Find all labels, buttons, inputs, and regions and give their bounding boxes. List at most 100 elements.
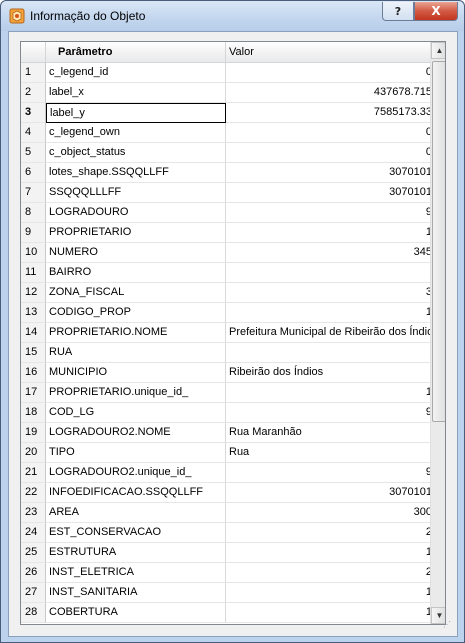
table-row[interactable]: 26INST_ELETRICA2 [21,563,430,583]
parameter-cell[interactable]: ZONA_FISCAL [46,283,226,303]
value-cell[interactable] [226,343,430,363]
parameter-cell[interactable]: LOGRADOURO2.unique_id_ [46,463,226,483]
parameter-cell[interactable]: c_object_status [46,143,226,163]
value-cell[interactable]: 7585173.33 [226,103,430,123]
value-cell[interactable]: 1 [226,383,430,403]
row-number[interactable]: 18 [21,403,46,423]
row-number[interactable]: 22 [21,483,46,503]
value-cell[interactable]: 0 [226,143,430,163]
row-number[interactable]: 20 [21,443,46,463]
value-cell[interactable]: 0 [226,123,430,143]
parameter-cell[interactable]: c_legend_own [46,123,226,143]
table-row[interactable]: 27INST_SANITARIA1 [21,583,430,603]
value-cell[interactable]: 2 [226,563,430,583]
table-row[interactable]: 12ZONA_FISCAL3 [21,283,430,303]
parameter-cell[interactable]: LOGRADOURO2.NOME [46,423,226,443]
table-row[interactable]: 9PROPRIETARIO1 [21,223,430,243]
table-row[interactable]: 18COD_LG9 [21,403,430,423]
table-row[interactable]: 23AREA300 [21,503,430,523]
value-cell[interactable]: 437678.715 [226,83,430,103]
parameter-cell[interactable]: label_y [46,103,226,123]
parameter-cell[interactable]: LOGRADOURO [46,203,226,223]
table-row[interactable]: 21LOGRADOURO2.unique_id_9 [21,463,430,483]
value-cell[interactable]: 9 [226,463,430,483]
parameter-cell[interactable]: ESTRUTURA [46,543,226,563]
value-cell[interactable]: Prefeitura Municipal de Ribeirão dos Índ… [226,323,430,343]
vertical-scrollbar[interactable]: ▲ ▼ [430,42,445,624]
row-number[interactable]: 6 [21,163,46,183]
table-row[interactable]: 2 label_x 437678.715 [21,83,430,103]
table-row[interactable]: 28COBERTURA1 [21,603,430,623]
table-row[interactable]: 3 label_y 7585173.33 [21,103,430,123]
parameter-cell[interactable]: MUNICIPIO [46,363,226,383]
value-cell[interactable]: Ribeirão dos Índios [226,363,430,383]
parameter-cell[interactable]: PROPRIETARIO [46,223,226,243]
row-number[interactable]: 25 [21,543,46,563]
row-number[interactable]: 21 [21,463,46,483]
table-row[interactable]: 10NUMERO345 [21,243,430,263]
row-number[interactable]: 27 [21,583,46,603]
close-button[interactable]: X [414,2,458,21]
row-number[interactable]: 24 [21,523,46,543]
row-number[interactable]: 1 [21,63,46,83]
table-row[interactable]: 19 LOGRADOURO2.NOME Rua Maranhão [21,423,430,443]
parameter-cell[interactable]: TIPO [46,443,226,463]
parameter-cell[interactable]: label_x [46,83,226,103]
resize-grip-icon[interactable]: ⋰ [443,621,455,634]
row-number[interactable]: 9 [21,223,46,243]
scrollbar-thumb[interactable] [432,61,445,422]
table-row[interactable]: 20 TIPO Rua [21,443,430,463]
row-number[interactable]: 3 [21,103,46,123]
table-row[interactable]: 25ESTRUTURA1 [21,543,430,563]
row-number[interactable]: 5 [21,143,46,163]
parameter-cell[interactable]: COD_LG [46,403,226,423]
row-number[interactable]: 19 [21,423,46,443]
table-row[interactable]: 11 BAIRRO [21,263,430,283]
column-header-value[interactable]: Valor [226,42,430,62]
table-row[interactable]: 13CODIGO_PROP1 [21,303,430,323]
parameter-cell[interactable]: PROPRIETARIO.NOME [46,323,226,343]
parameter-cell[interactable]: INST_ELETRICA [46,563,226,583]
parameter-cell[interactable]: NUMERO [46,243,226,263]
parameter-cell[interactable]: AREA [46,503,226,523]
table-row[interactable]: 15 RUA [21,343,430,363]
parameter-cell[interactable]: BAIRRO [46,263,226,283]
row-number[interactable]: 28 [21,603,46,623]
row-number[interactable]: 4 [21,123,46,143]
parameter-cell[interactable]: SSQQQLLLFF [46,183,226,203]
parameter-cell[interactable]: lotes_shape.SSQQLLFF [46,163,226,183]
table-row[interactable]: 22 INFOEDIFICACAO.SSQQLLFF 3070101 [21,483,430,503]
table-row[interactable]: 7 SSQQQLLLFF 3070101 [21,183,430,203]
table-row[interactable]: 16 MUNICIPIO Ribeirão dos Índios [21,363,430,383]
row-number[interactable]: 12 [21,283,46,303]
value-cell[interactable]: 1 [226,223,430,243]
value-cell[interactable]: Rua [226,443,430,463]
value-cell[interactable]: 300 [226,503,430,523]
row-number[interactable]: 13 [21,303,46,323]
value-cell[interactable]: Rua Maranhão [226,423,430,443]
row-number[interactable]: 10 [21,243,46,263]
row-number[interactable]: 17 [21,383,46,403]
row-number[interactable]: 7 [21,183,46,203]
table-row[interactable]: 14 PROPRIETARIO.NOME Prefeitura Municipal … [21,323,430,343]
value-cell[interactable]: 1 [226,543,430,563]
value-cell[interactable]: 1 [226,583,430,603]
parameter-cell[interactable]: COBERTURA [46,603,226,623]
scroll-up-arrow-icon[interactable]: ▲ [431,42,445,59]
value-cell[interactable]: 3070101 [226,163,430,183]
parameter-cell[interactable]: RUA [46,343,226,363]
row-number[interactable]: 23 [21,503,46,523]
row-number[interactable]: 15 [21,343,46,363]
table-row[interactable]: 5c_object_status0 [21,143,430,163]
row-number[interactable]: 14 [21,323,46,343]
row-number[interactable]: 16 [21,363,46,383]
table-row[interactable]: 24EST_CONSERVACAO2 [21,523,430,543]
row-number[interactable]: 8 [21,203,46,223]
row-number[interactable]: 26 [21,563,46,583]
value-cell[interactable]: 9 [226,403,430,423]
value-cell[interactable]: 1 [226,603,430,623]
value-cell[interactable]: 3070101 [226,183,430,203]
parameter-cell[interactable]: c_legend_id [46,63,226,83]
value-cell[interactable]: 345 [226,243,430,263]
value-cell[interactable]: 1 [226,303,430,323]
